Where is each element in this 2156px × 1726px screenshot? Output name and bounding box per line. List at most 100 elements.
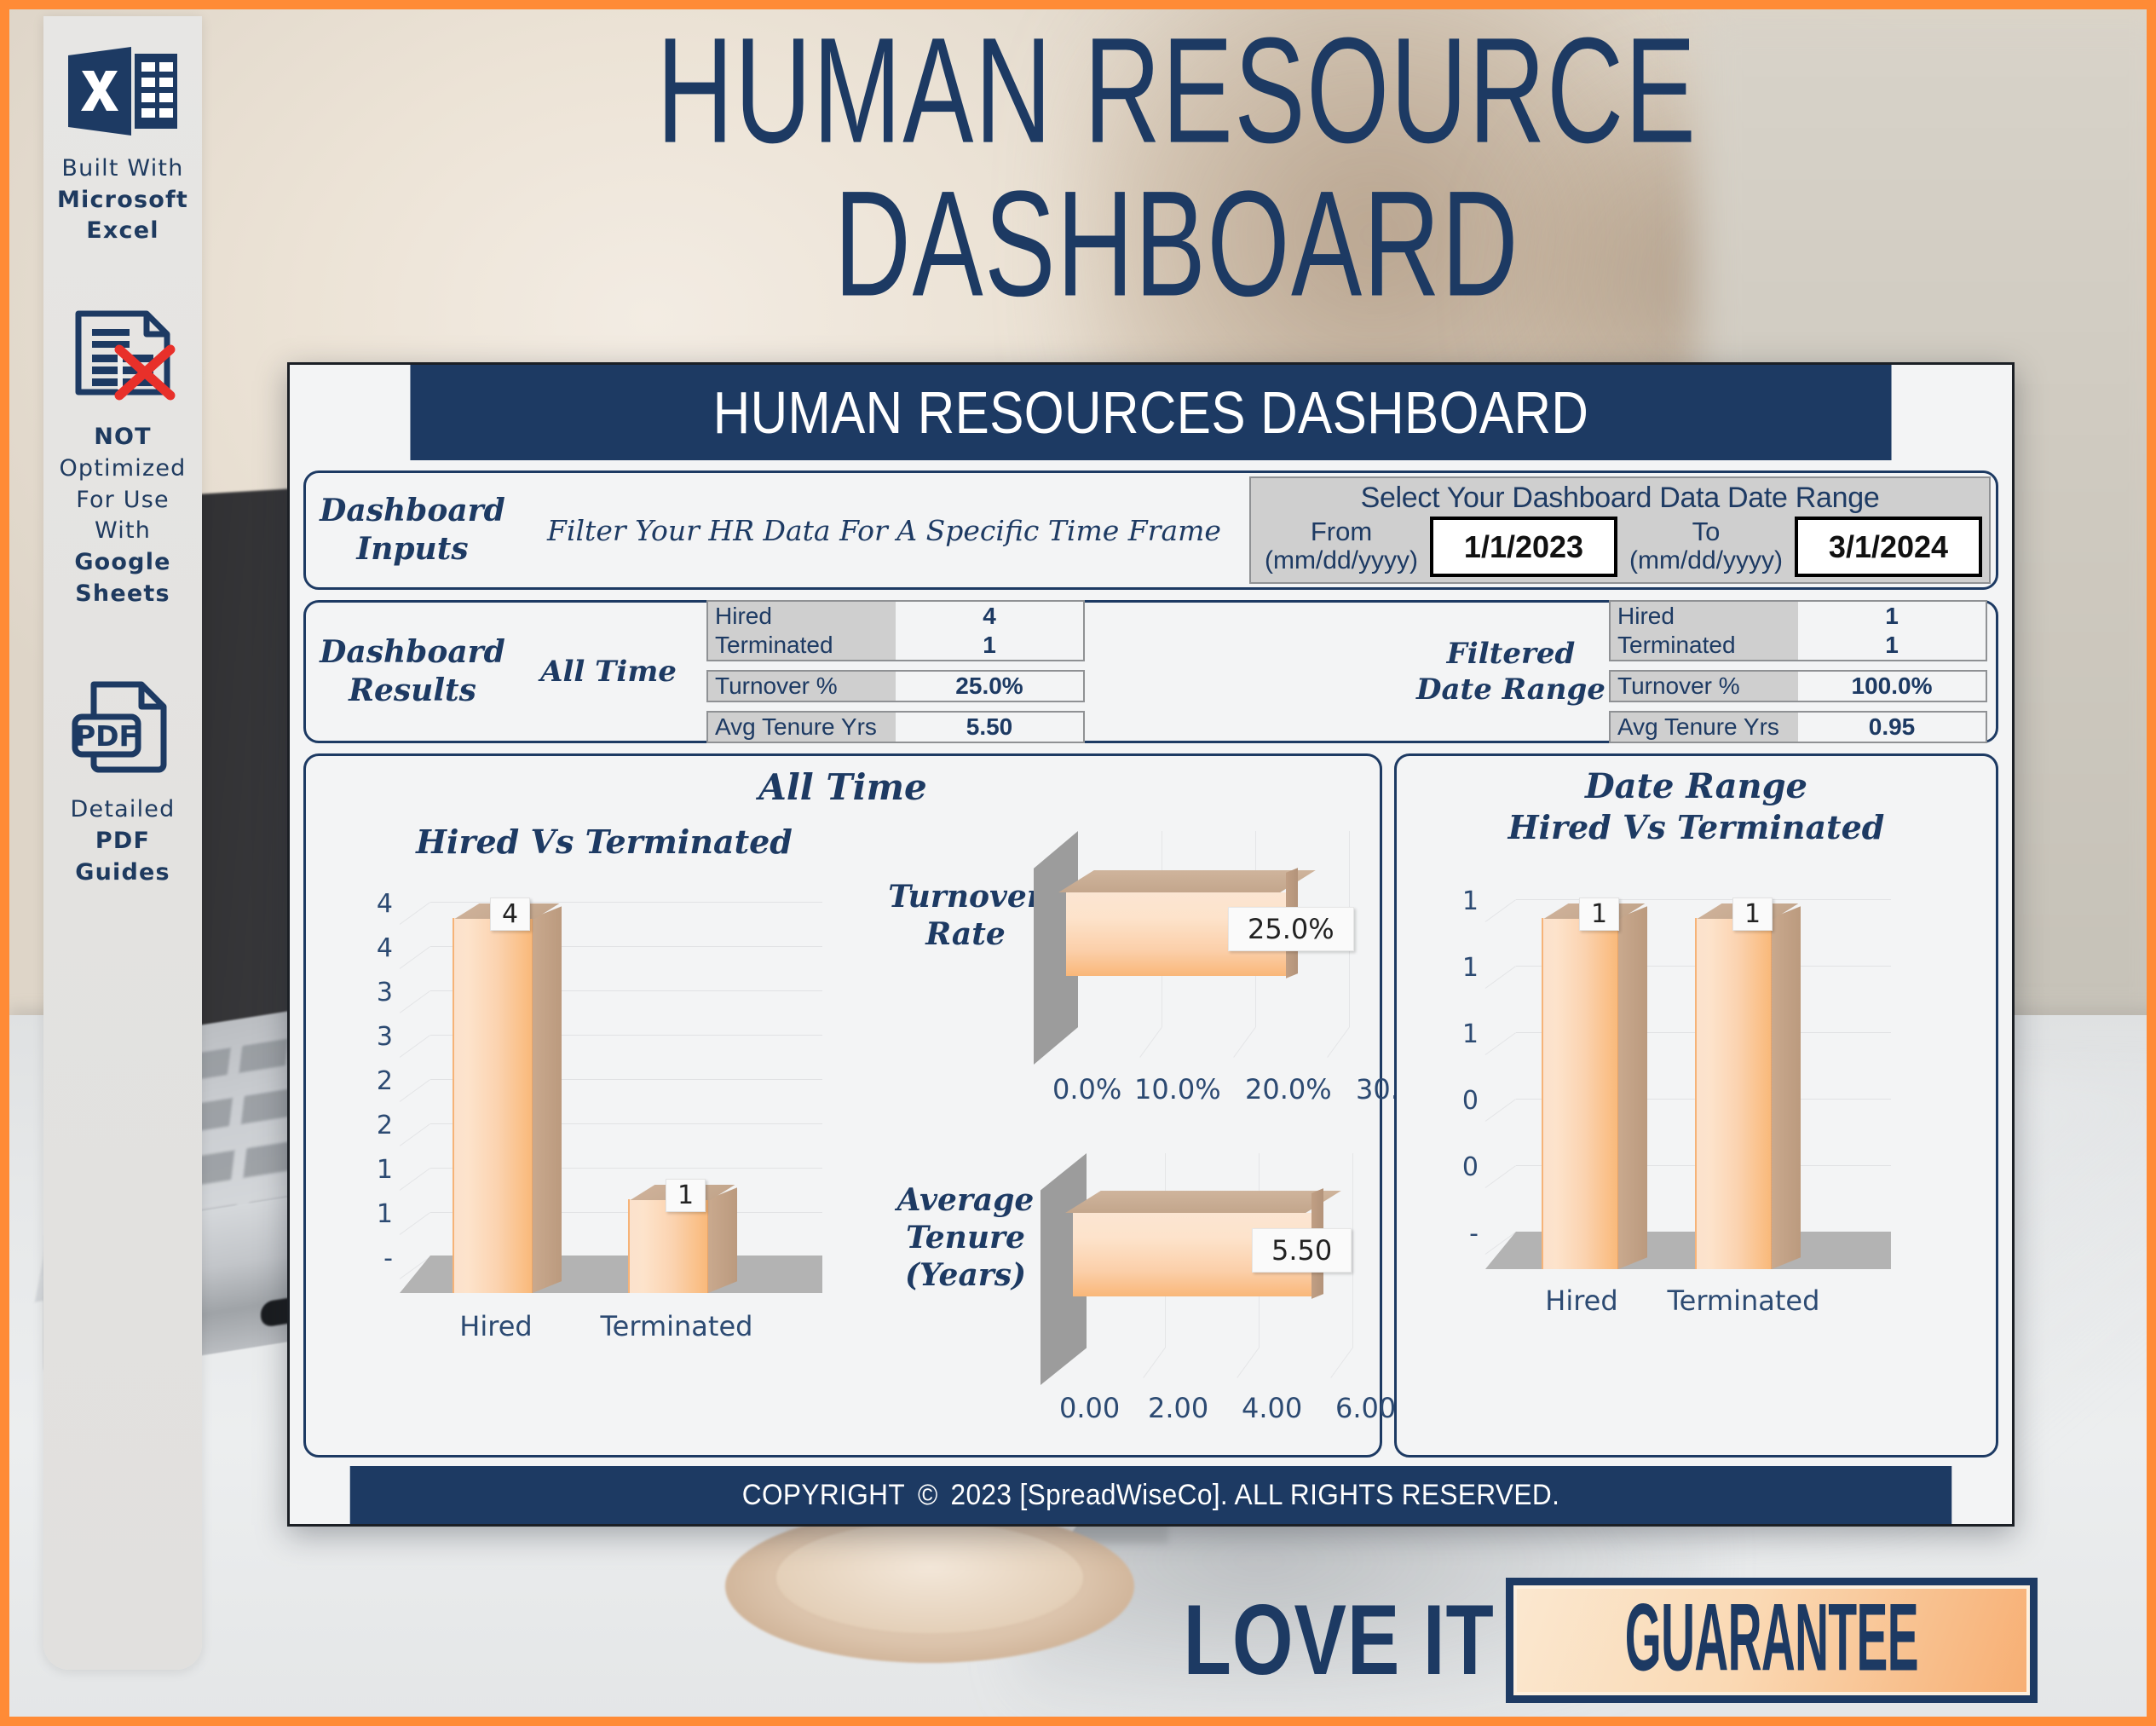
results-g1-hired-value: 1 <box>1798 602 1986 631</box>
chart-tenure-title: Average Tenure (Years) <box>885 1182 1046 1295</box>
results-g0-terminated-key: Terminated <box>708 631 896 660</box>
results-g0-turnover-value: 25.0% <box>896 672 1083 701</box>
tenure-xtick-1: 2.00 <box>1148 1392 1209 1424</box>
chart1-ytick-1: 4 <box>376 933 393 963</box>
tenure-title-l2: Tenure <box>906 1219 1025 1256</box>
results-g0-turnover-key: Turnover % <box>708 672 896 701</box>
table-row: Hired 1 <box>1611 602 1986 631</box>
turnover-xtick-2: 20.0% <box>1245 1073 1332 1105</box>
turnover-xtick-1: 10.0% <box>1134 1073 1221 1105</box>
results-g0-tenure-table: Avg Tenure Yrs 5.50 <box>706 711 1085 743</box>
chart1-cat-hired: Hired <box>459 1310 533 1342</box>
table-row: Avg Tenure Yrs 5.50 <box>708 713 1083 742</box>
chart-alltime-hired-vs-terminated: Hired Vs Terminated 4 4 3 3 2 2 1 1 - 4 … <box>331 823 877 1368</box>
bar-label-terminated-daterange: 1 <box>1732 898 1773 931</box>
chart1-ytick-5: 2 <box>376 1111 393 1140</box>
turnover-title-l2: Rate <box>925 915 1006 952</box>
page-title-line2: DASHBOARD <box>833 159 1520 328</box>
chart4-cat-terminated: Terminated <box>1667 1284 1820 1317</box>
feature-gs-line5: Sheets <box>75 580 170 607</box>
chart1-ytick-2: 3 <box>376 978 393 1007</box>
feature-pdf-line2: PDF <box>95 828 151 855</box>
date-range-fields: From (mm/dd/yyyy) 1/1/2023 To (mm/dd/yyy… <box>1251 515 1989 582</box>
bar-hired-daterange <box>1541 903 1647 1269</box>
bar-hired-alltime <box>453 903 533 1293</box>
chart-alltime-hvt-title: Hired Vs Terminated <box>416 823 793 861</box>
to-label: To (mm/dd/yyyy) <box>1623 517 1790 577</box>
results-g1-name2: Date Range <box>1416 673 1605 707</box>
results-group-all-time-tables: Hired 4 Terminated 1 Turnover % 25.0% Av… <box>706 600 1085 743</box>
feature-excel: Built With Microsoft Excel <box>43 45 202 247</box>
page-title: HUMAN RESOURCE DASHBOARD <box>380 14 1974 321</box>
date-range-panel: Date Range Hired Vs Terminated 1 1 1 0 0… <box>1393 753 1999 1458</box>
chart-average-tenure: Average Tenure (Years) 5.50 0.00 2.00 4.… <box>885 1140 1396 1429</box>
feature-gs-line1: NOT <box>94 424 152 451</box>
guarantee-badge-text: GUARANTEE <box>1625 1585 1919 1692</box>
pdf-icon: PDF <box>68 676 177 782</box>
dashboard-inputs-subtitle: Filter Your HR Data For A Specific Time … <box>547 513 1221 547</box>
results-g1-turnover-key: Turnover % <box>1611 672 1798 701</box>
results-group-filtered-name: Filtered Date Range <box>1413 636 1609 708</box>
feature-excel-line2: Microsoft <box>56 186 189 213</box>
results-g0-counts-table: Hired 4 Terminated 1 <box>706 600 1085 661</box>
date-range-selector: Select Your Dashboard Data Date Range Fr… <box>1249 476 1991 584</box>
results-g1-turnover-table: Turnover % 100.0% <box>1609 670 1987 702</box>
tenure-xtick-0: 0.00 <box>1059 1392 1121 1424</box>
feature-pdf-label: Detailed PDF Guides <box>71 794 176 888</box>
chart1-ytick-3: 3 <box>376 1022 393 1052</box>
chart1-ytick-6: 1 <box>376 1155 393 1185</box>
results-g1-hired-key: Hired <box>1611 602 1798 631</box>
dashboard-inputs-panel: Dashboard Inputs Filter Your HR Data For … <box>303 470 1998 590</box>
all-time-panel-header: All Time <box>758 766 927 808</box>
chart1-ytick-0: 4 <box>376 889 393 919</box>
results-g1-terminated-value: 1 <box>1798 631 1986 660</box>
dashboard-body: Dashboard Inputs Filter Your HR Data For … <box>290 460 2012 1466</box>
footer-copyright-text: 2023 [SpreadWiseCo]. ALL RIGHTS RESERVED… <box>950 1478 1560 1511</box>
from-format-text: (mm/dd/yyyy) <box>1265 546 1418 574</box>
feature-excel-line1: Built With <box>61 155 184 182</box>
chart-turnover-title: Turnover Rate <box>885 879 1046 954</box>
results-g0-name1: All Time <box>540 654 677 689</box>
results-group-all-time: All Time Hired 4 Terminated 1 Turnover %… <box>510 600 1085 743</box>
inputs-label-line1: Dashboard <box>320 493 505 528</box>
chart4-ytick-5: - <box>1469 1219 1479 1249</box>
results-g1-terminated-key: Terminated <box>1611 631 1798 660</box>
results-g1-tenure-table: Avg Tenure Yrs 0.95 <box>1609 711 1987 743</box>
feature-gs-line4: With Google <box>74 517 171 576</box>
tenure-xtick-2: 4.00 <box>1242 1392 1303 1424</box>
results-g1-name1: Filtered <box>1446 636 1576 671</box>
guarantee-box: GUARANTEE <box>1506 1578 2038 1703</box>
inputs-label-line2: Inputs <box>356 531 469 567</box>
to-label-text: To <box>1692 516 1721 546</box>
tenure-title-l3: (Years) <box>904 1256 1027 1293</box>
bar-label-hired-daterange: 1 <box>1578 898 1620 931</box>
results-g0-terminated-value: 1 <box>896 631 1083 660</box>
feature-excel-line3: Excel <box>86 217 159 245</box>
from-date-input[interactable]: 1/1/2023 <box>1430 517 1617 577</box>
footer-copyright-word: COPYRIGHT <box>741 1478 906 1511</box>
bar-label-turnover-rate: 25.0% <box>1228 907 1354 951</box>
feature-sidebar: Built With Microsoft Excel NOT Optimized… <box>43 16 202 1670</box>
results-group-filtered-tables: Hired 1 Terminated 1 Turnover % 100.0% A… <box>1609 600 1987 743</box>
feature-pdf: PDF Detailed PDF Guides <box>43 676 202 888</box>
chart1-ytick-8: - <box>383 1244 393 1273</box>
excel-icon <box>66 45 179 141</box>
page-title-line1: HUMAN RESOURCE <box>656 9 1698 175</box>
guarantee-love-it-text: LOVE IT <box>1183 1584 1495 1696</box>
table-row: Terminated 1 <box>1611 631 1986 660</box>
bar-label-average-tenure: 5.50 <box>1252 1228 1352 1273</box>
results-label-line2: Results <box>349 673 476 708</box>
date-range-title: Select Your Dashboard Data Date Range <box>1360 482 1880 514</box>
from-label-text: From <box>1310 516 1373 546</box>
results-group-all-time-name: All Time <box>510 654 706 690</box>
page-frame: HUMAN RESOURCE DASHBOARD Built With Micr… <box>9 9 2147 1717</box>
feature-pdf-line1: Detailed <box>70 796 176 823</box>
all-time-panel: All Time Hired Vs Terminated 4 4 3 3 2 2… <box>303 753 1443 1458</box>
hr-dashboard-window: HUMAN RESOURCES DASHBOARD Dashboard Input… <box>287 362 2015 1527</box>
results-g0-tenure-value: 5.50 <box>896 713 1083 742</box>
tenure-xtick-3: 6.00 <box>1335 1392 1397 1424</box>
feature-gs-line2: Optimized <box>59 454 187 482</box>
date-range-panel-subheader: Hired Vs Terminated <box>1507 808 1885 846</box>
table-row: Terminated 1 <box>708 631 1083 660</box>
to-date-input[interactable]: 3/1/2024 <box>1795 517 1982 577</box>
